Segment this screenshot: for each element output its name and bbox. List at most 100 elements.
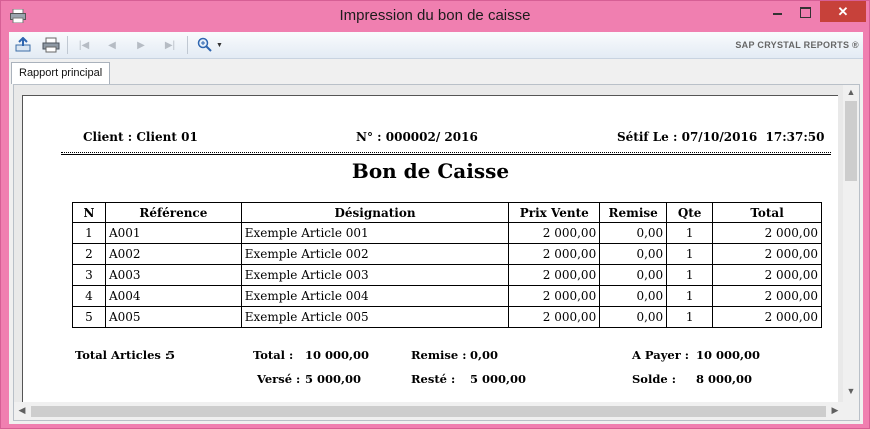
- title-bar[interactable]: Impression du bon de caisse ✕: [1, 1, 869, 32]
- cell-reference: A002: [104, 243, 242, 265]
- cell-total: 2 000,00: [712, 243, 822, 265]
- minimize-button[interactable]: [765, 1, 791, 23]
- next-page-button[interactable]: ▶: [131, 36, 151, 54]
- cell-n: 2: [72, 243, 106, 265]
- table-row: 5 A005 Exemple Article 005 2 000,00 0,00…: [72, 306, 822, 328]
- scroll-down-icon[interactable]: ▼: [843, 386, 859, 396]
- cell-remise: 0,00: [599, 264, 668, 286]
- verse-value: 5 000,00: [305, 372, 362, 386]
- zoom-icon: [197, 37, 212, 52]
- cell-prix-vente: 2 000,00: [508, 264, 601, 286]
- zoom-button[interactable]: ▼: [193, 36, 227, 54]
- report-viewer: Client : Client 01 N° : 000002/ 2016 Sét…: [13, 84, 860, 421]
- cell-prix-vente: 2 000,00: [508, 222, 601, 244]
- cell-prix-vente: 2 000,00: [508, 243, 601, 265]
- client-label: Client : Client 01: [83, 130, 198, 144]
- report-window: Impression du bon de caisse ✕ |◀ ◀ ▶ ▶| …: [0, 0, 870, 429]
- reste-label: Resté :: [411, 372, 456, 386]
- cell-total: 2 000,00: [712, 285, 822, 307]
- horizontal-scrollbar[interactable]: ◀ ▶: [14, 402, 843, 420]
- total-label: Total :: [253, 348, 294, 362]
- scroll-up-icon[interactable]: ▲: [843, 87, 859, 97]
- toolbar-separator: [187, 36, 188, 54]
- window-client-area: |◀ ◀ ▶ ▶| ▼ SAP CRYSTAL REPORTS ® Rappor…: [9, 32, 863, 424]
- print-button[interactable]: [41, 36, 61, 54]
- verse-label: Versé :: [257, 372, 301, 386]
- document-number: N° : 000002/ 2016: [356, 130, 478, 144]
- cell-designation: Exemple Article 003: [240, 264, 510, 286]
- document-title: Bon de Caisse: [351, 159, 510, 183]
- cell-total: 2 000,00: [712, 264, 822, 286]
- report-page: Client : Client 01 N° : 000002/ 2016 Sét…: [22, 95, 838, 402]
- maximize-button[interactable]: [792, 1, 818, 23]
- cell-n: 1: [72, 222, 106, 244]
- cell-n: 4: [72, 285, 106, 307]
- cell-total: 2 000,00: [712, 306, 822, 328]
- header-divider: [61, 152, 831, 155]
- vertical-scrollbar[interactable]: ▲ ▼: [843, 85, 859, 402]
- solde-value: 8 000,00: [696, 372, 753, 386]
- cell-reference: A005: [104, 306, 242, 328]
- solde-label: Solde :: [632, 372, 676, 386]
- previous-page-button[interactable]: ◀: [102, 36, 122, 54]
- last-page-icon: ▶|: [164, 39, 176, 51]
- close-button[interactable]: ✕: [820, 1, 866, 22]
- zoom-dropdown-icon: ▼: [216, 41, 223, 49]
- vertical-scroll-thumb[interactable]: [845, 101, 857, 181]
- horizontal-scroll-thumb[interactable]: [31, 406, 826, 417]
- column-header: Total: [712, 202, 822, 223]
- cell-n: 3: [72, 264, 106, 286]
- first-page-button[interactable]: |◀: [74, 36, 94, 54]
- cell-designation: Exemple Article 004: [240, 285, 510, 307]
- tab-rapport-principal[interactable]: Rapport principal: [11, 62, 111, 84]
- export-button[interactable]: [13, 36, 33, 54]
- column-header: Prix Vente: [508, 202, 601, 223]
- cell-reference: A001: [104, 222, 242, 244]
- cell-qte: 1: [666, 306, 714, 328]
- reste-value: 5 000,00: [470, 372, 527, 386]
- report-canvas: Client : Client 01 N° : 000002/ 2016 Sét…: [14, 85, 843, 402]
- cell-qte: 1: [666, 285, 714, 307]
- sap-crystal-reports-logo: SAP CRYSTAL REPORTS ®: [735, 40, 859, 50]
- cell-remise: 0,00: [599, 222, 668, 244]
- remise-label: Remise :: [411, 348, 467, 362]
- place-date: Sétif Le : 07/10/2016 17:37:50: [617, 130, 825, 144]
- total-articles-label: Total Articles :: [75, 348, 170, 362]
- cell-prix-vente: 2 000,00: [508, 285, 601, 307]
- table-row: 3 A003 Exemple Article 003 2 000,00 0,00…: [72, 264, 822, 286]
- total-articles-value: 5: [167, 348, 176, 362]
- cell-qte: 1: [666, 222, 714, 244]
- first-page-icon: |◀: [78, 39, 90, 51]
- cell-qte: 1: [666, 264, 714, 286]
- scroll-left-icon[interactable]: ◀: [14, 405, 30, 416]
- cell-designation: Exemple Article 001: [240, 222, 510, 244]
- scrollbar-corner: [843, 402, 859, 420]
- table-row: 4 A004 Exemple Article 004 2 000,00 0,00…: [72, 285, 822, 307]
- tab-strip: Rapport principal: [9, 59, 863, 85]
- cell-remise: 0,00: [599, 306, 668, 328]
- items-table: N Référence Désignation Prix Vente Remis…: [72, 202, 822, 328]
- column-header: N: [72, 202, 106, 223]
- table-row: 1 A001 Exemple Article 001 2 000,00 0,00…: [72, 222, 822, 244]
- cell-reference: A004: [104, 285, 242, 307]
- toolbar-separator: [67, 36, 68, 54]
- cell-total: 2 000,00: [712, 222, 822, 244]
- column-header: Remise: [599, 202, 668, 223]
- cell-qte: 1: [666, 243, 714, 265]
- scroll-right-icon[interactable]: ▶: [827, 405, 843, 416]
- cell-n: 5: [72, 306, 106, 328]
- column-header: Référence: [104, 202, 242, 223]
- a-payer-label: A Payer :: [632, 348, 690, 362]
- last-page-button[interactable]: ▶|: [160, 36, 180, 54]
- remise-value: 0,00: [470, 348, 499, 362]
- toolbar: |◀ ◀ ▶ ▶| ▼ SAP CRYSTAL REPORTS ®: [9, 32, 863, 59]
- cell-designation: Exemple Article 005: [240, 306, 510, 328]
- cell-remise: 0,00: [599, 243, 668, 265]
- table-row: 2 A002 Exemple Article 002 2 000,00 0,00…: [72, 243, 822, 265]
- export-icon: [15, 37, 31, 52]
- previous-page-icon: ◀: [108, 39, 116, 51]
- column-header: Qte: [666, 202, 714, 223]
- cell-reference: A003: [104, 264, 242, 286]
- cell-prix-vente: 2 000,00: [508, 306, 601, 328]
- print-icon: [42, 37, 60, 53]
